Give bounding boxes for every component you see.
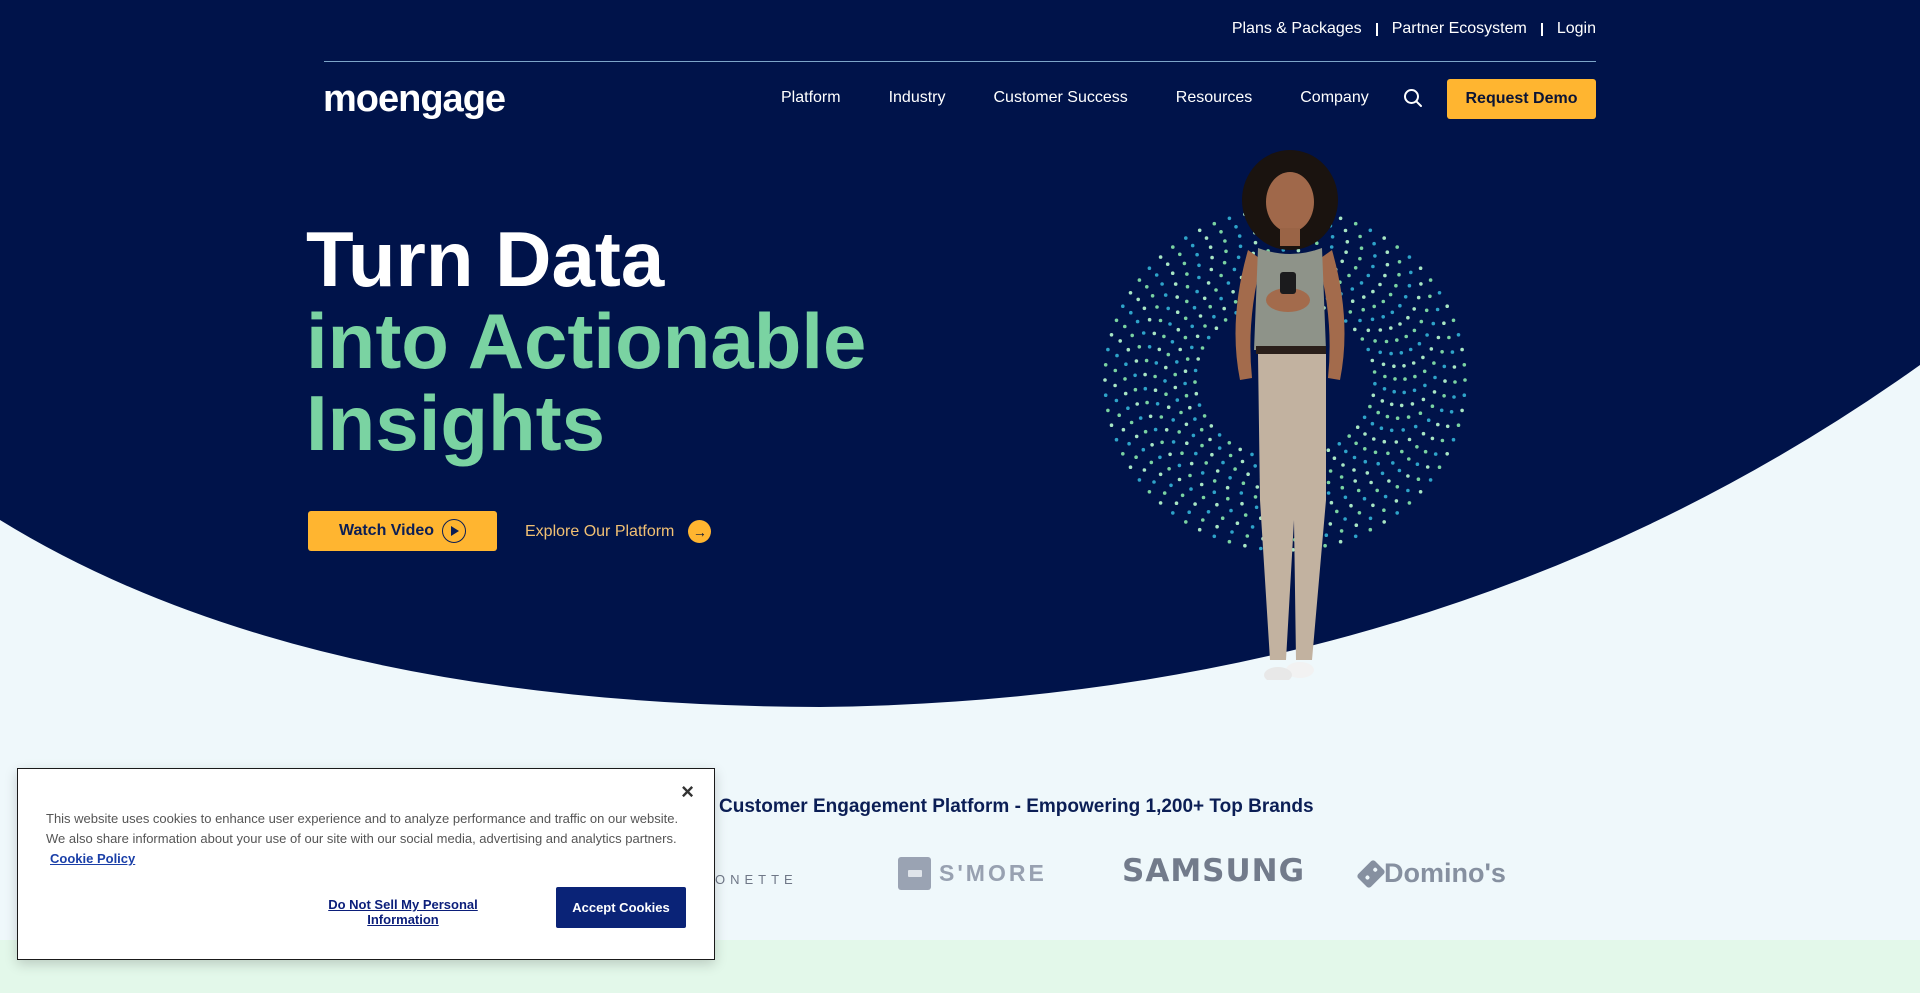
dominos-wordmark: Domino's (1384, 858, 1506, 888)
plans-packages-link[interactable]: Plans & Packages (1232, 20, 1362, 38)
do-not-sell-link[interactable]: Do Not Sell My Personal Information (308, 897, 498, 927)
cookie-consent-banner: × This website uses cookies to enhance u… (17, 768, 715, 960)
partner-ecosystem-link[interactable]: Partner Ecosystem (1392, 20, 1527, 38)
nav-resources[interactable]: Resources (1176, 89, 1252, 107)
cookie-description: This website uses cookies to enhance use… (46, 811, 679, 846)
brands-heading: Customer Engagement Platform - Empowerin… (719, 796, 1314, 817)
cookie-text: This website uses cookies to enhance use… (46, 809, 686, 869)
smore-icon (898, 857, 931, 890)
hero-title-line-3: Insights (306, 379, 606, 467)
nav-industry[interactable]: Industry (889, 89, 946, 107)
brand-logo-dominos: Domino's (1356, 858, 1506, 889)
hero-title: Turn Data into Actionable Insights (306, 218, 866, 464)
watch-video-label: Watch Video (338, 522, 435, 539)
explore-platform-label: Explore Our Platform (525, 522, 675, 540)
nav-company[interactable]: Company (1300, 89, 1368, 107)
close-icon[interactable]: × (681, 781, 694, 803)
brand-logo-onette: ONETTE (715, 872, 798, 887)
request-demo-button[interactable]: Request Demo (1447, 79, 1596, 119)
smore-wordmark: S'MORE (939, 860, 1047, 886)
watch-video-button[interactable]: Watch Video (308, 511, 497, 551)
hero-image-woman-with-phone (1103, 150, 1467, 680)
brand-logo-smore: S'MORE (898, 857, 1047, 890)
nav-divider (324, 61, 1596, 62)
moengage-logo[interactable]: moengage (323, 78, 506, 121)
arrow-right-icon: → (688, 520, 712, 543)
hero-title-line-1: Turn Data (306, 215, 665, 303)
accept-cookies-button[interactable]: Accept Cookies (556, 887, 686, 928)
nav-customer-success[interactable]: Customer Success (994, 89, 1128, 107)
nav-separator (1540, 22, 1543, 36)
nav-separator (1375, 22, 1378, 36)
hero-title-line-2: into Actionable (306, 297, 867, 385)
main-nav: Platform Industry Customer Success Resou… (781, 88, 1423, 108)
cookie-policy-link[interactable]: Cookie Policy (50, 851, 135, 866)
utility-nav: Plans & Packages Partner Ecosystem Login (1232, 20, 1596, 38)
login-link[interactable]: Login (1557, 20, 1596, 38)
brand-logo-samsung: SAMSUNG (1122, 853, 1306, 889)
nav-platform[interactable]: Platform (781, 89, 841, 107)
play-icon (442, 519, 467, 543)
explore-platform-link[interactable]: Explore Our Platform → (525, 520, 712, 543)
search-icon[interactable] (1403, 88, 1423, 108)
